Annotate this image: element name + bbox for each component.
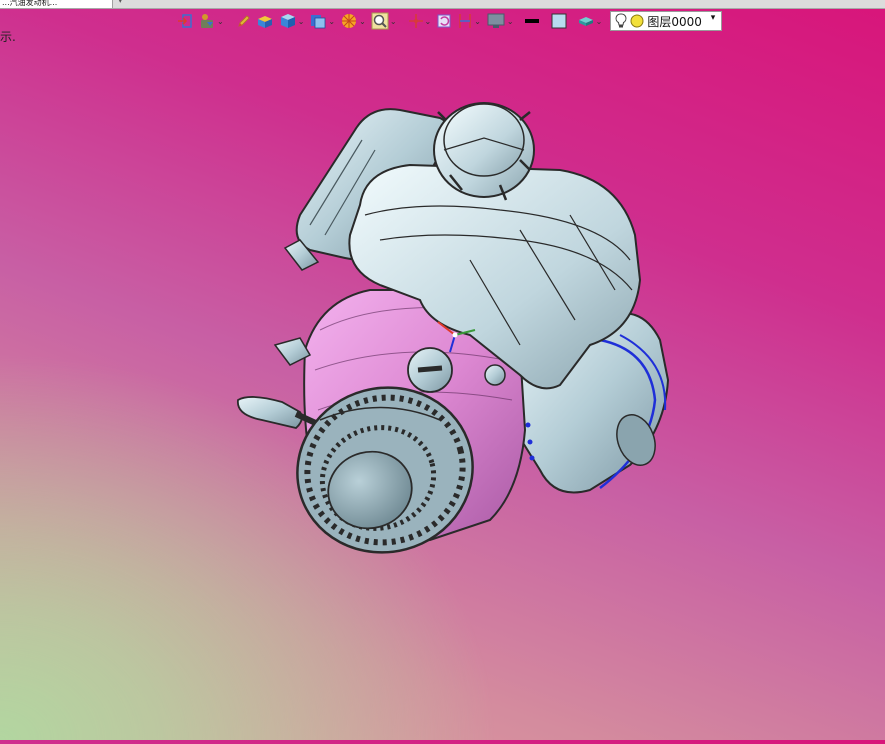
bulb-icon <box>615 13 627 28</box>
material-icon <box>578 17 593 26</box>
monitor-icon <box>487 13 505 28</box>
view-toolbar: ⌄ ⌄ ⌄ ⌄ ⌄ ⌄ ⌄ ⌄ ⌄ 图层0000 ▾ <box>176 9 723 33</box>
render-dropdown-icon[interactable]: ⌄ <box>359 17 366 26</box>
crosshair-icon <box>408 14 423 28</box>
zoom-dropdown-icon[interactable]: ⌄ <box>390 17 397 26</box>
display-dropdown-icon[interactable]: ⌄ <box>507 17 514 26</box>
exit-sketch-icon <box>178 14 192 28</box>
shaded-view-button[interactable]: ⌄ <box>278 10 306 32</box>
cube-icon <box>280 14 295 28</box>
fill-color-button[interactable] <box>549 10 569 32</box>
rotate-icon <box>437 14 451 28</box>
zoom-button[interactable]: ⌄ <box>370 10 398 32</box>
solid-button[interactable] <box>255 10 275 32</box>
box-icon <box>257 16 272 28</box>
exit-sketch-button[interactable] <box>176 10 194 32</box>
display-button[interactable]: ⌄ <box>485 10 515 32</box>
section-button[interactable]: ⌄ <box>456 10 482 32</box>
layer-select[interactable]: 图层0000 ▾ <box>610 11 723 31</box>
material-button[interactable]: ⌄ <box>576 10 604 32</box>
engine-model[interactable] <box>0 34 885 740</box>
section-dropdown-icon[interactable]: ⌄ <box>474 17 481 26</box>
tab-dropdown-icon[interactable]: ▾ <box>118 0 123 6</box>
document-tabbar: ...汽油发动机... ▾ <box>0 0 885 9</box>
material-dropdown-icon[interactable]: ⌄ <box>596 17 603 26</box>
sun-icon <box>342 14 357 28</box>
line-color-button[interactable] <box>522 10 542 32</box>
layer-dropdown-icon[interactable]: ▾ <box>711 13 716 23</box>
standard-view-button[interactable]: ⌄ <box>308 10 336 32</box>
assembly-button[interactable]: ⌄ <box>197 10 225 32</box>
light-icon <box>630 14 644 28</box>
assembly-icon <box>201 14 213 28</box>
fill-color-icon <box>551 13 567 29</box>
sketch-button[interactable] <box>236 10 252 32</box>
3d-viewport[interactable] <box>0 34 885 740</box>
zoom-icon <box>371 12 389 30</box>
snap-dropdown-icon[interactable]: ⌄ <box>425 17 432 26</box>
view-icon <box>311 15 326 29</box>
snap-button[interactable]: ⌄ <box>407 10 433 32</box>
standard-view-dropdown-icon[interactable]: ⌄ <box>328 17 335 26</box>
rotate-button[interactable] <box>435 10 453 32</box>
assembly-dropdown-icon[interactable]: ⌄ <box>217 17 224 26</box>
layer-name: 图层0000 <box>647 14 702 29</box>
pencil-icon <box>238 15 250 27</box>
section-icon <box>459 14 471 28</box>
render-button[interactable]: ⌄ <box>339 10 367 32</box>
line-color-icon <box>524 19 539 23</box>
shaded-view-dropdown-icon[interactable]: ⌄ <box>298 17 305 26</box>
document-tab[interactable]: ...汽油发动机... <box>0 0 113 8</box>
